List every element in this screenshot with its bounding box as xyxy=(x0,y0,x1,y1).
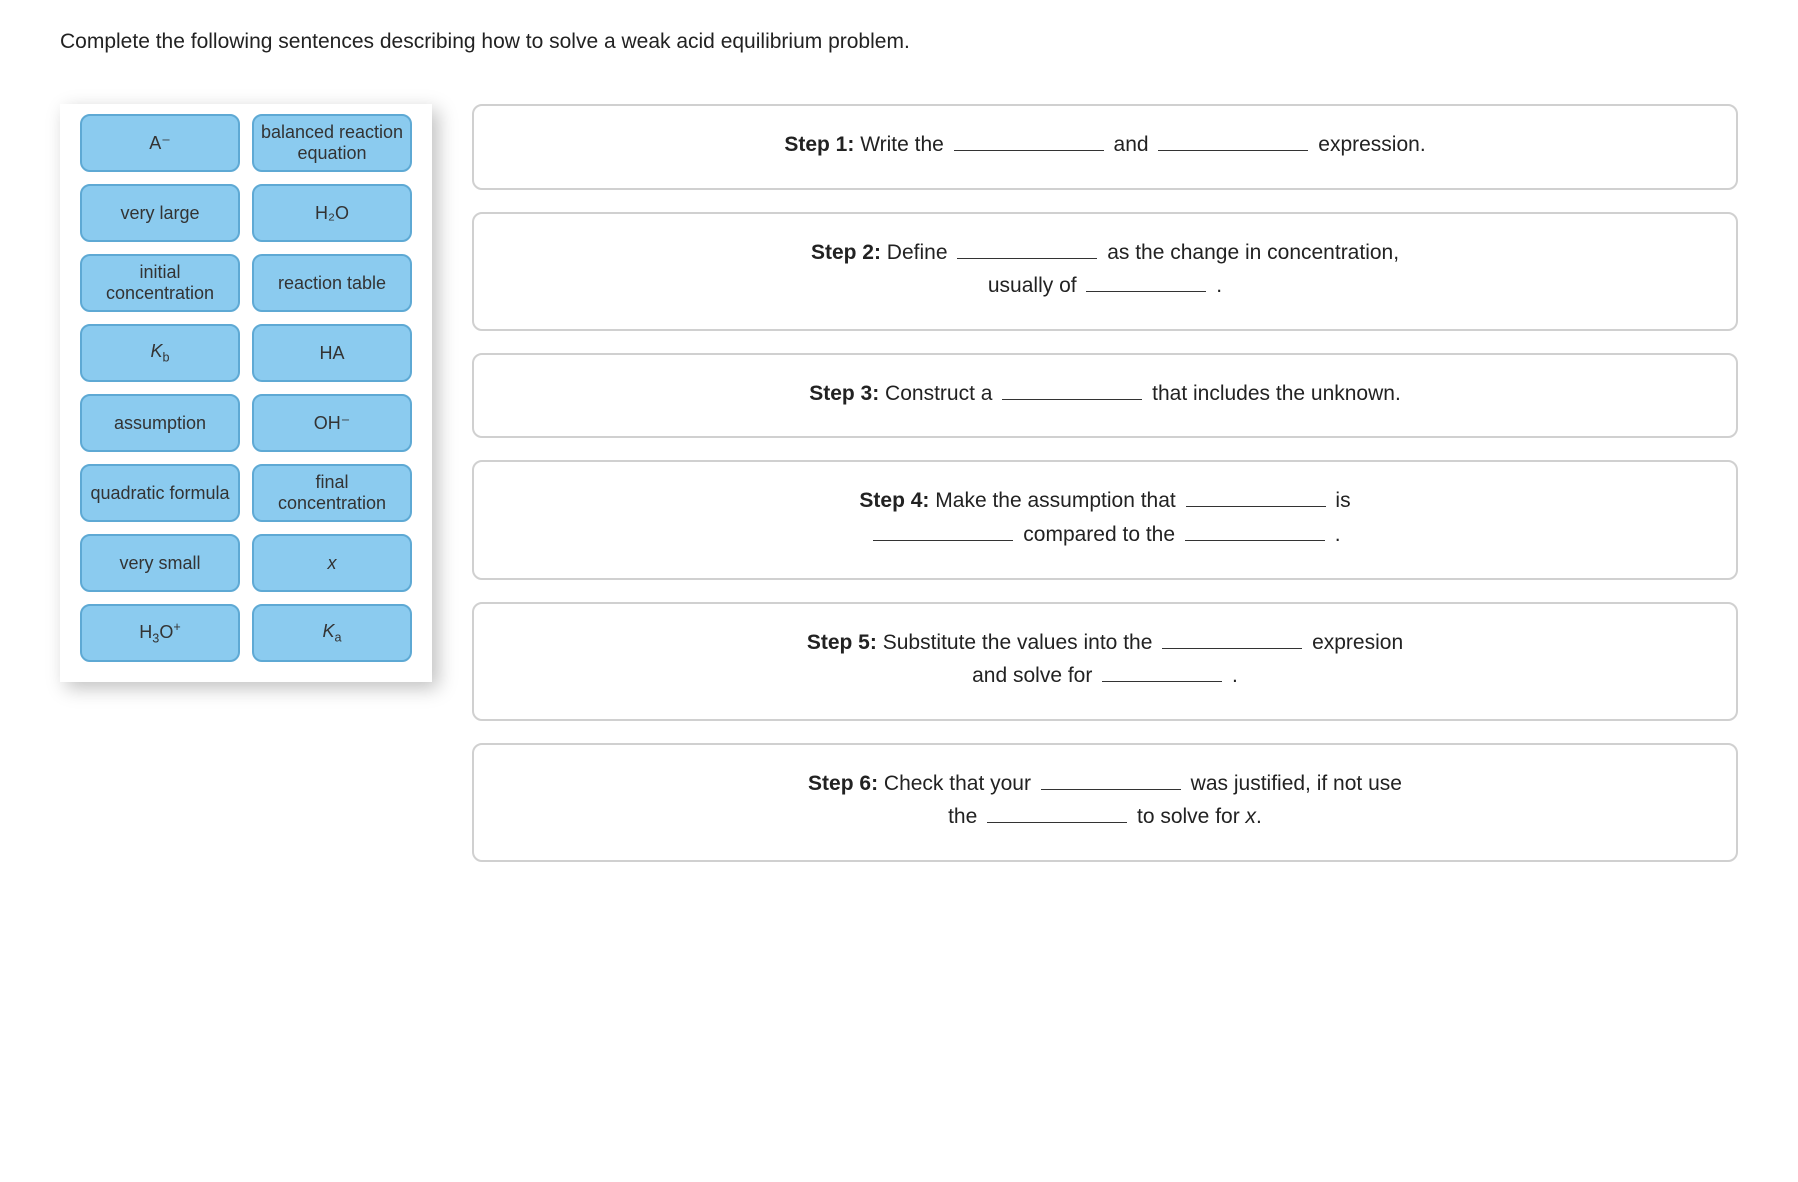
tiles-grid: A⁻ balanced reaction equation very large… xyxy=(80,114,412,662)
step-1-box[interactable]: Step 1: Write the and expression. xyxy=(472,104,1738,190)
step-6-text-a: Check that your xyxy=(884,772,1031,795)
step-3-text-b: that includes the unknown. xyxy=(1152,382,1401,405)
step-4-blank-2[interactable] xyxy=(873,521,1013,541)
tile-reaction-table[interactable]: reaction table xyxy=(252,254,412,312)
step-5-label: Step 5: xyxy=(807,631,877,654)
tile-very-small[interactable]: very small xyxy=(80,534,240,592)
tile-h2o[interactable]: H₂O xyxy=(252,184,412,242)
tile-x[interactable]: x xyxy=(252,534,412,592)
step-2-text-c: usually of xyxy=(988,274,1077,297)
step-6-text-d: to solve for xyxy=(1137,805,1240,828)
step-6-text-e: x xyxy=(1246,805,1257,828)
step-5-blank-2[interactable] xyxy=(1102,662,1222,682)
step-1-blank-1[interactable] xyxy=(954,131,1104,151)
tile-kb[interactable]: Kb xyxy=(80,324,240,382)
step-1-text-b: and xyxy=(1114,133,1149,156)
step-4-text-c: compared to the xyxy=(1023,523,1175,546)
tile-ha[interactable]: HA xyxy=(252,324,412,382)
step-4-blank-1[interactable] xyxy=(1186,487,1326,507)
tile-h3o-base: H xyxy=(139,622,152,642)
step-4-text-d: . xyxy=(1335,523,1341,546)
tiles-panel: A⁻ balanced reaction equation very large… xyxy=(60,104,432,682)
step-5-text-d: . xyxy=(1232,664,1238,687)
step-1-text-a: Write the xyxy=(860,133,944,156)
instruction-text: Complete the following sentences describ… xyxy=(60,30,1738,54)
step-2-blank-1[interactable] xyxy=(957,239,1097,259)
step-5-blank-1[interactable] xyxy=(1162,629,1302,649)
tile-h3o-rest: O xyxy=(159,622,173,642)
tile-balanced-reaction-equation[interactable]: balanced reaction equation xyxy=(252,114,412,172)
step-5-text-b: expresion xyxy=(1312,631,1403,654)
tile-h3o-sup: + xyxy=(173,620,180,634)
tile-x-label: x xyxy=(328,553,337,574)
step-3-label: Step 3: xyxy=(809,382,879,405)
page-root: Complete the following sentences describ… xyxy=(0,0,1798,902)
step-3-box[interactable]: Step 3: Construct a that includes the un… xyxy=(472,353,1738,439)
step-4-text-a: Make the assumption that xyxy=(935,489,1175,512)
step-2-blank-2[interactable] xyxy=(1086,272,1206,292)
tile-kb-base: K xyxy=(150,341,162,361)
tile-final-concentration[interactable]: final concentration xyxy=(252,464,412,522)
step-1-blank-2[interactable] xyxy=(1158,131,1308,151)
step-4-blank-3[interactable] xyxy=(1185,521,1325,541)
tile-ka-base: K xyxy=(322,621,334,641)
step-5-text-a: Substitute the values into the xyxy=(883,631,1153,654)
step-2-text-b: as the change in concentration, xyxy=(1107,241,1399,264)
step-3-blank-1[interactable] xyxy=(1002,380,1142,400)
tile-initial-concentration[interactable]: initial concentration xyxy=(80,254,240,312)
step-2-box[interactable]: Step 2: Define as the change in concentr… xyxy=(472,212,1738,331)
step-2-text-d: . xyxy=(1216,274,1222,297)
step-2-text-a: Define xyxy=(887,241,948,264)
step-3-text-a: Construct a xyxy=(885,382,992,405)
step-6-text-b: was justified, if not use xyxy=(1191,772,1402,795)
step-5-box[interactable]: Step 5: Substitute the values into the e… xyxy=(472,602,1738,721)
step-6-label: Step 6: xyxy=(808,772,878,795)
step-6-box[interactable]: Step 6: Check that your was justified, i… xyxy=(472,743,1738,862)
tile-very-large[interactable]: very large xyxy=(80,184,240,242)
tile-quadratic-formula[interactable]: quadratic formula xyxy=(80,464,240,522)
steps-panel: Step 1: Write the and expression. Step 2… xyxy=(472,104,1738,862)
tile-assumption[interactable]: assumption xyxy=(80,394,240,452)
tile-h3o-plus[interactable]: H3O+ xyxy=(80,604,240,662)
tile-kb-sub: b xyxy=(163,351,170,365)
tile-oh-minus[interactable]: OH⁻ xyxy=(252,394,412,452)
tile-ka[interactable]: Ka xyxy=(252,604,412,662)
step-1-label: Step 1: xyxy=(784,133,854,156)
step-4-label: Step 4: xyxy=(859,489,929,512)
step-4-box[interactable]: Step 4: Make the assumption that is comp… xyxy=(472,460,1738,579)
step-6-blank-2[interactable] xyxy=(987,803,1127,823)
tile-ka-sub: a xyxy=(335,631,342,645)
step-6-blank-1[interactable] xyxy=(1041,770,1181,790)
step-6-text-f: . xyxy=(1256,805,1262,828)
step-6-text-c: the xyxy=(948,805,977,828)
main-layout: A⁻ balanced reaction equation very large… xyxy=(60,104,1738,862)
step-2-label: Step 2: xyxy=(811,241,881,264)
step-1-text-c: expression. xyxy=(1318,133,1425,156)
step-4-text-b: is xyxy=(1335,489,1350,512)
step-5-text-c: and solve for xyxy=(972,664,1092,687)
tile-a-minus[interactable]: A⁻ xyxy=(80,114,240,172)
